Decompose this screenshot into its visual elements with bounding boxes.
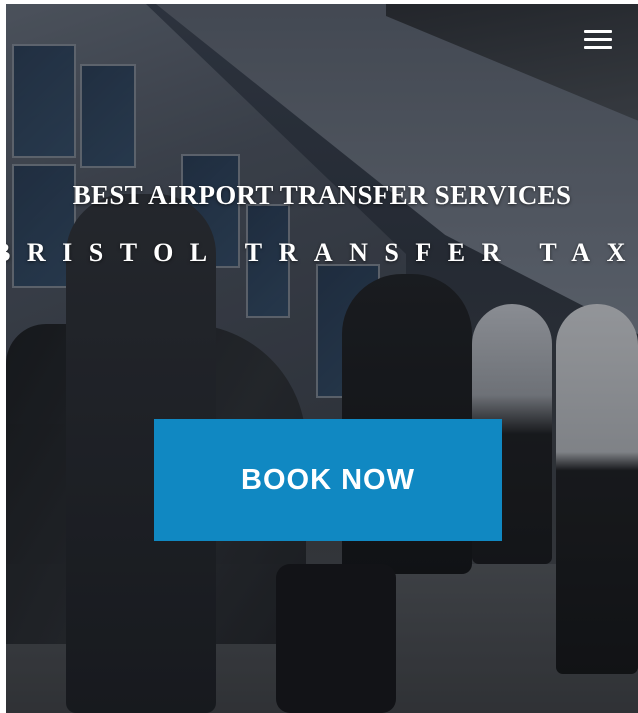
hero-overlay xyxy=(6,4,638,713)
menu-bar xyxy=(584,30,612,33)
hamburger-menu-icon[interactable] xyxy=(584,30,612,52)
hero-headline: BEST AIRPORT TRANSFER SERVICES xyxy=(72,180,572,210)
menu-bar xyxy=(584,46,612,49)
book-now-button[interactable]: BOOK NOW xyxy=(154,419,502,541)
hero-banner: BEST AIRPORT TRANSFER SERVICES BRISTOL T… xyxy=(6,4,638,713)
hero-subline: BRISTOL TRANSFER TAXI xyxy=(6,238,638,267)
menu-bar xyxy=(584,38,612,41)
